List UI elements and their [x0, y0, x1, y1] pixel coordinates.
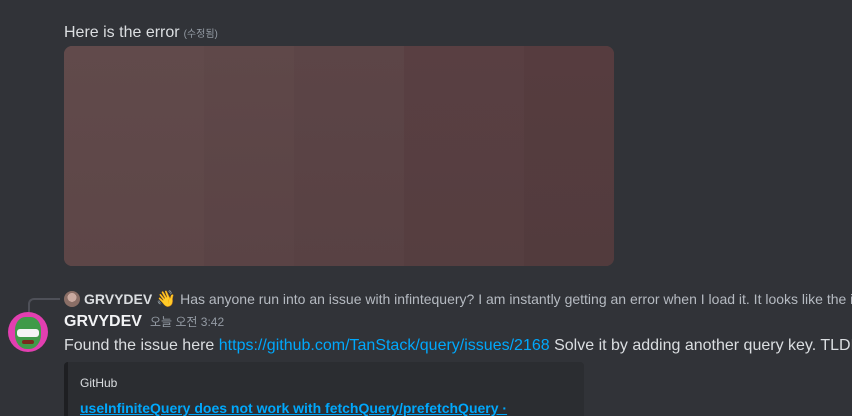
- wave-emoji-icon: 👋: [156, 291, 177, 308]
- message-timestamp: 오늘 오전 3:42: [149, 315, 225, 329]
- message-content: Here is the error: [64, 24, 180, 41]
- chat-messages: Here is the error (수정됨) GRVYDEV 👋 Has any…: [0, 0, 852, 416]
- message-header: GRVYDEV 오늘 오전 3:42: [64, 313, 224, 331]
- link-embed: GitHub useInfiniteQuery does not work wi…: [64, 362, 584, 416]
- reply-text: Has anyone run into an issue with infint…: [180, 291, 852, 307]
- avatar[interactable]: [8, 312, 48, 352]
- reply-preview[interactable]: GRVYDEV 👋 Has anyone run into an issue w…: [64, 288, 852, 310]
- embed-provider: GitHub: [80, 376, 118, 390]
- author-name[interactable]: GRVYDEV: [64, 313, 142, 331]
- embed-title-link[interactable]: useInfiniteQuery does not work with fetc…: [80, 400, 507, 416]
- message-body: Found the issue here https://github.com/…: [64, 335, 852, 357]
- edited-label: (수정됨): [183, 29, 218, 40]
- issue-link[interactable]: https://github.com/TanStack/query/issues…: [219, 337, 550, 354]
- message-text-after: Solve it by adding another query key. TL…: [554, 337, 852, 354]
- message-text: Here is the error (수정됨): [64, 22, 218, 46]
- reply-avatar: [64, 291, 80, 307]
- reply-author[interactable]: GRVYDEV: [84, 291, 152, 307]
- message-text-before: Found the issue here: [64, 337, 215, 354]
- avatar-mouth: [22, 340, 34, 344]
- image-attachment[interactable]: [64, 46, 614, 266]
- avatar-glasses: [17, 329, 39, 337]
